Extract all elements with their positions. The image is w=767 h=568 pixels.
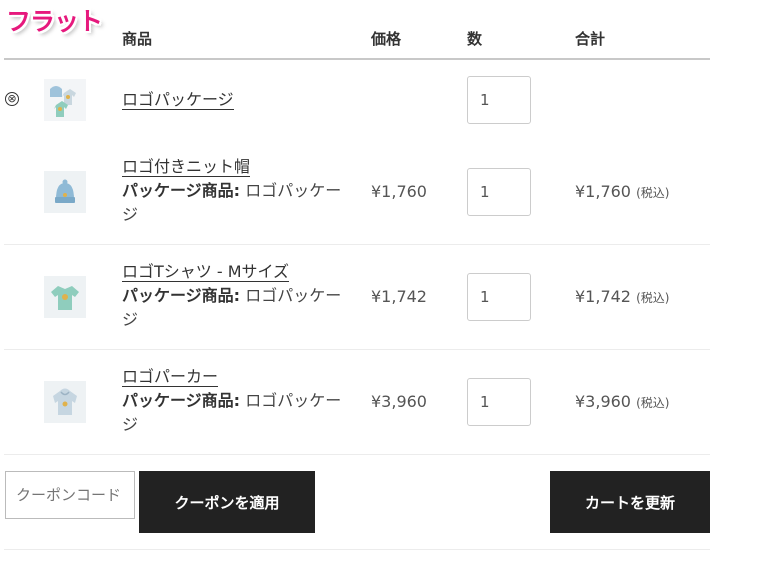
remove-item-button[interactable]: ⊗: [5, 92, 19, 106]
product-name-link[interactable]: ロゴパーカー: [122, 367, 219, 387]
product-name-link[interactable]: ロゴ付きニット帽: [122, 157, 251, 177]
item-total: ¥3,960 (税込): [575, 392, 669, 411]
row-divider: [4, 454, 710, 455]
item-price: ¥1,742: [371, 287, 427, 306]
tax-note: (税込): [636, 291, 670, 305]
meta-label: パッケージ商品:: [122, 181, 241, 200]
item-total-value: ¥3,960: [575, 392, 631, 411]
header-divider: [4, 58, 710, 60]
meta-label: パッケージ商品:: [122, 286, 241, 305]
product-meta: パッケージ商品: ロゴパッケージ: [122, 284, 347, 332]
apply-coupon-button[interactable]: クーポンを適用: [139, 471, 315, 533]
package-thumbnail[interactable]: [44, 79, 86, 121]
header-price: 価格: [371, 30, 402, 48]
knit-hat-thumbnail[interactable]: [44, 171, 86, 213]
tshirt-thumbnail[interactable]: [44, 276, 86, 318]
header-product: 商品: [122, 30, 153, 48]
product-meta: パッケージ商品: ロゴパッケージ: [122, 179, 347, 227]
tax-note: (税込): [636, 396, 670, 410]
quantity-input[interactable]: [467, 168, 531, 216]
item-price: ¥3,960: [371, 392, 427, 411]
item-total: ¥1,760 (税込): [575, 182, 669, 201]
product-name-link[interactable]: ロゴパッケージ: [122, 90, 234, 110]
header-quantity: 数: [467, 30, 483, 48]
quantity-input[interactable]: [467, 273, 531, 321]
quantity-input[interactable]: [467, 76, 531, 124]
product-name-link[interactable]: ロゴTシャツ - Mサイズ: [122, 262, 290, 282]
header-total: 合計: [575, 30, 606, 48]
update-cart-button[interactable]: カートを更新: [550, 471, 710, 533]
product-meta: パッケージ商品: ロゴパッケージ: [122, 389, 347, 437]
footer-divider: [4, 549, 710, 550]
row-divider: [4, 349, 710, 350]
tax-note: (税込): [636, 186, 670, 200]
item-total-value: ¥1,742: [575, 287, 631, 306]
item-price: ¥1,760: [371, 182, 427, 201]
coupon-code-input[interactable]: [5, 471, 135, 519]
item-total-value: ¥1,760: [575, 182, 631, 201]
meta-label: パッケージ商品:: [122, 391, 241, 410]
quantity-input[interactable]: [467, 378, 531, 426]
flat-badge: フラット: [6, 7, 103, 36]
row-divider: [4, 244, 710, 245]
item-total: ¥1,742 (税込): [575, 287, 669, 306]
hoodie-thumbnail[interactable]: [44, 381, 86, 423]
